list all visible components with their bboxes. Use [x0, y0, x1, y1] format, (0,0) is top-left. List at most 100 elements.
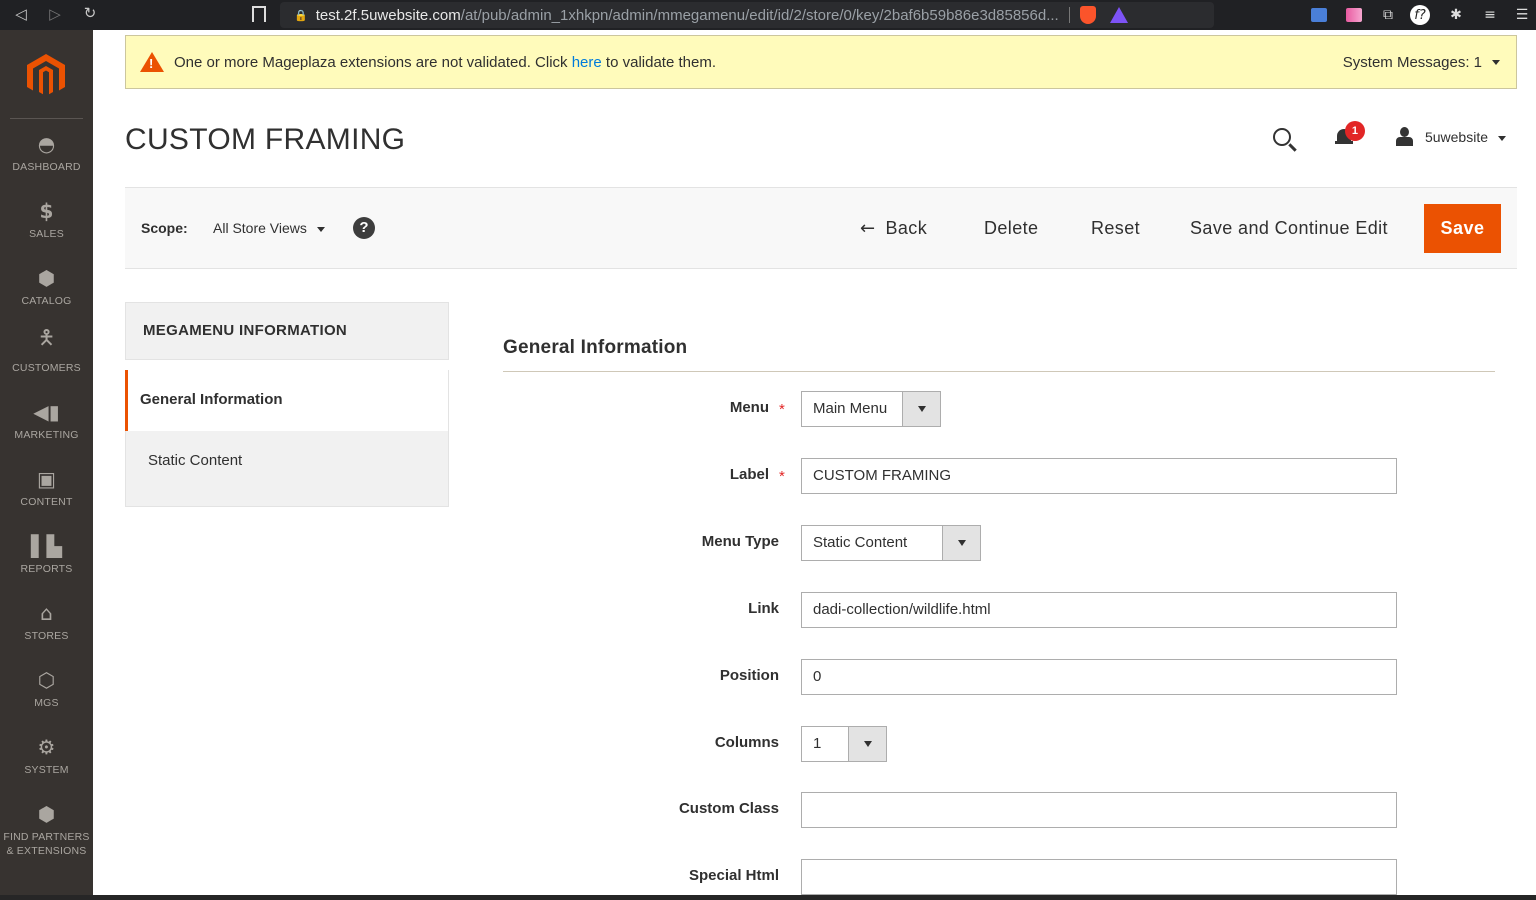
- menu-type-label: Menu Type: [701, 533, 779, 550]
- required-marker: *: [779, 401, 785, 418]
- label-label: Label: [729, 466, 769, 483]
- nav-content[interactable]: ▣ CONTENT: [0, 465, 93, 509]
- box-icon: ⬢: [37, 266, 56, 290]
- nav-find-partners[interactable]: ⬢ FIND PARTNERS & EXTENSIONS: [0, 800, 93, 858]
- browser-toolbar: ◁ ▷ ↻ 🔒 test.2f.5uwebsite.com/at/pub/adm…: [0, 0, 1536, 30]
- store-icon: ⌂: [40, 601, 53, 625]
- chevron-down-icon: [1498, 135, 1506, 141]
- warning-icon: [140, 52, 164, 72]
- function-extension-icon[interactable]: f?: [1410, 5, 1430, 25]
- tab-general-information[interactable]: General Information: [125, 370, 449, 431]
- main-content: One or more Mageplaza extensions are not…: [93, 30, 1536, 900]
- page-actions-toolbar: Scope: All Store Views ? ← Back Delete Re…: [125, 187, 1517, 269]
- notification-badge: 1: [1344, 121, 1365, 141]
- field-menu: Menu * Main Menu: [503, 391, 1403, 427]
- arrow-left-icon: ←: [860, 218, 876, 239]
- menu-icon[interactable]: ☰: [1512, 5, 1532, 25]
- field-menu-type: Menu Type Static Content: [503, 525, 1403, 561]
- menu-label: Menu: [729, 399, 769, 416]
- field-columns: Columns 1: [503, 726, 1403, 762]
- window-extension-icon[interactable]: ⧉: [1378, 5, 1398, 25]
- field-label: Label * CUSTOM FRAMING: [503, 458, 1403, 494]
- search-icon[interactable]: [1272, 128, 1291, 146]
- header-actions: 1 5uwebsite: [1272, 121, 1506, 152]
- scope-label: Scope:: [141, 220, 188, 236]
- link-input[interactable]: dadi-collection/wildlife.html: [801, 592, 1397, 628]
- dollar-icon: $: [39, 199, 54, 223]
- special-html-label: Special Html: [688, 867, 779, 884]
- chevron-down-icon: [902, 392, 940, 426]
- menu-select[interactable]: Main Menu: [801, 391, 941, 427]
- tabs-title: MEGAMENU INFORMATION: [125, 302, 449, 360]
- playlist-icon[interactable]: ≡: [1480, 5, 1500, 25]
- required-marker: *: [779, 468, 785, 485]
- bottom-edge: [0, 895, 1536, 900]
- nav-catalog[interactable]: ⬢ CATALOG: [0, 264, 93, 308]
- person-icon: 🯅: [37, 325, 56, 349]
- reload-icon[interactable]: ↻: [75, 4, 105, 22]
- megamenu-tabs: MEGAMENU INFORMATION General Information…: [125, 302, 449, 507]
- columns-select[interactable]: 1: [801, 726, 887, 762]
- browser-back-icon[interactable]: ◁: [6, 5, 36, 23]
- notifications-bell-icon[interactable]: 1: [1334, 121, 1365, 147]
- delete-button[interactable]: Delete: [984, 218, 1038, 239]
- system-message-bar: One or more Mageplaza extensions are not…: [125, 35, 1517, 89]
- link-label: Link: [748, 600, 779, 617]
- brave-rewards-icon[interactable]: [1109, 7, 1128, 23]
- bookmark-icon[interactable]: [252, 6, 266, 22]
- puzzle-extensions-icon[interactable]: ✱: [1446, 5, 1466, 25]
- system-messages-toggle[interactable]: System Messages: 1: [1343, 54, 1500, 71]
- bar-chart-icon: ▌▙: [31, 534, 62, 558]
- help-icon[interactable]: ?: [353, 217, 375, 239]
- megaphone-icon: ◀▮: [33, 400, 60, 424]
- field-special-html: Special Html: [503, 859, 1403, 895]
- gear-icon: ⚙: [37, 735, 56, 759]
- url-text: test.2f.5uwebsite.com/at/pub/admin_1xhkp…: [315, 6, 1059, 24]
- tab-static-content[interactable]: Static Content: [125, 431, 449, 507]
- chevron-down-icon: [942, 526, 980, 560]
- save-button[interactable]: Save: [1424, 204, 1501, 253]
- color-extension-icon[interactable]: [1344, 5, 1364, 25]
- nav-dashboard[interactable]: ◓ DASHBOARD: [0, 130, 93, 174]
- admin-sidebar: ◓ DASHBOARD $ SALES ⬢ CATALOG 🯅 CUSTOMER…: [0, 30, 93, 900]
- system-message-text: One or more Mageplaza extensions are not…: [174, 53, 716, 71]
- hexagon-icon: ⬡: [37, 668, 56, 692]
- menu-type-select[interactable]: Static Content: [801, 525, 981, 561]
- nav-mgs[interactable]: ⬡ MGS: [0, 666, 93, 710]
- field-link: Link dadi-collection/wildlife.html: [503, 592, 1403, 628]
- lock-icon: 🔒: [294, 8, 308, 22]
- dashboard-icon: ◓: [37, 132, 56, 156]
- user-menu[interactable]: 5uwebsite: [1425, 129, 1506, 145]
- page-title: CUSTOM FRAMING: [125, 123, 406, 156]
- translate-extension-icon[interactable]: [1309, 5, 1329, 25]
- chevron-down-icon: [848, 727, 886, 761]
- section-title: General Information: [503, 337, 688, 358]
- reset-button[interactable]: Reset: [1091, 218, 1140, 239]
- field-custom-class: Custom Class: [503, 792, 1403, 828]
- nav-customers[interactable]: 🯅 CUSTOMERS: [0, 325, 93, 375]
- browser-forward-icon[interactable]: ▷: [40, 5, 70, 23]
- custom-class-label: Custom Class: [678, 800, 779, 817]
- address-bar[interactable]: 🔒 test.2f.5uwebsite.com/at/pub/admin_1xh…: [280, 2, 1214, 28]
- scope-switcher[interactable]: All Store Views: [213, 220, 325, 236]
- user-icon[interactable]: [1395, 127, 1413, 147]
- magento-logo-icon[interactable]: [27, 54, 65, 98]
- chevron-down-icon: [316, 226, 325, 232]
- custom-class-input[interactable]: [801, 792, 1397, 828]
- nav-system[interactable]: ⚙ SYSTEM: [0, 733, 93, 777]
- position-input[interactable]: 0: [801, 659, 1397, 695]
- nav-stores[interactable]: ⌂ STORES: [0, 599, 93, 643]
- boxes-icon: ⬢: [37, 802, 56, 826]
- save-and-continue-button[interactable]: Save and Continue Edit: [1190, 218, 1388, 239]
- nav-sales[interactable]: $ SALES: [0, 197, 93, 241]
- special-html-input[interactable]: [801, 859, 1397, 895]
- chevron-down-icon: [1492, 60, 1500, 66]
- label-input[interactable]: CUSTOM FRAMING: [801, 458, 1397, 494]
- validate-link[interactable]: here: [572, 54, 602, 71]
- position-label: Position: [719, 667, 779, 684]
- brave-shield-icon[interactable]: [1079, 6, 1096, 24]
- section-divider: [503, 371, 1495, 372]
- nav-marketing[interactable]: ◀▮ MARKETING: [0, 398, 93, 442]
- nav-reports[interactable]: ▌▙ REPORTS: [0, 532, 93, 576]
- back-button[interactable]: ← Back: [860, 218, 927, 239]
